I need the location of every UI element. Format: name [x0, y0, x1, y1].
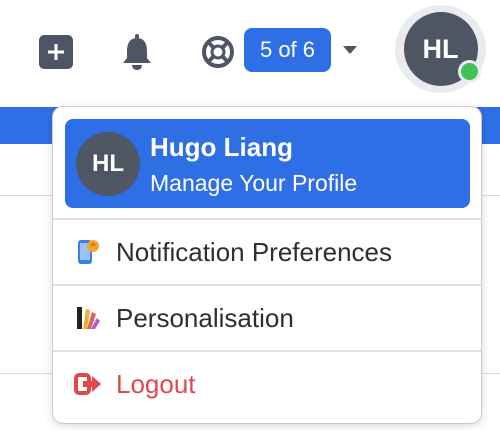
menu-label: Logout: [116, 368, 196, 399]
menu-divider: [53, 284, 481, 286]
help-button[interactable]: [200, 34, 236, 70]
avatar: HL: [76, 132, 140, 196]
menu-item-notification-preferences[interactable]: Notification Preferences: [53, 222, 481, 282]
menu-divider: [53, 350, 481, 352]
user-dropdown-menu: HL Hugo Liang Manage Your Profile Notifi…: [53, 107, 481, 423]
add-button[interactable]: [39, 35, 73, 69]
avatar: HL: [403, 12, 481, 86]
profile-name: Hugo Liang: [150, 132, 293, 162]
profile-subtitle: Manage Your Profile: [150, 170, 358, 196]
menu-divider: [53, 218, 481, 220]
menu-label: Notification Preferences: [116, 236, 393, 267]
counter-badge[interactable]: 5 of 6: [244, 28, 331, 72]
counter-label: 5 of 6: [259, 37, 316, 62]
top-bar: 5 of 6 HL: [0, 0, 500, 98]
profile-initials: HL: [92, 150, 124, 177]
manage-profile-item[interactable]: HL Hugo Liang Manage Your Profile: [65, 119, 470, 208]
menu-item-logout[interactable]: Logout: [53, 354, 481, 414]
menu-label: Personalisation: [116, 302, 294, 333]
bell-icon: [123, 34, 151, 70]
notifications-button[interactable]: [118, 32, 156, 72]
avatar-initials: HL: [422, 33, 459, 64]
palette-swatch-icon: [77, 307, 100, 329]
user-menu-button[interactable]: HL: [395, 5, 486, 93]
caret-down-icon[interactable]: [342, 44, 358, 56]
plus-icon: [48, 44, 64, 60]
menu-item-personalisation[interactable]: Personalisation: [53, 288, 481, 348]
online-status-dot: [457, 60, 481, 83]
phone-notification-icon: [78, 240, 99, 264]
lifebuoy-icon: [202, 36, 234, 68]
logout-icon: [74, 373, 101, 395]
